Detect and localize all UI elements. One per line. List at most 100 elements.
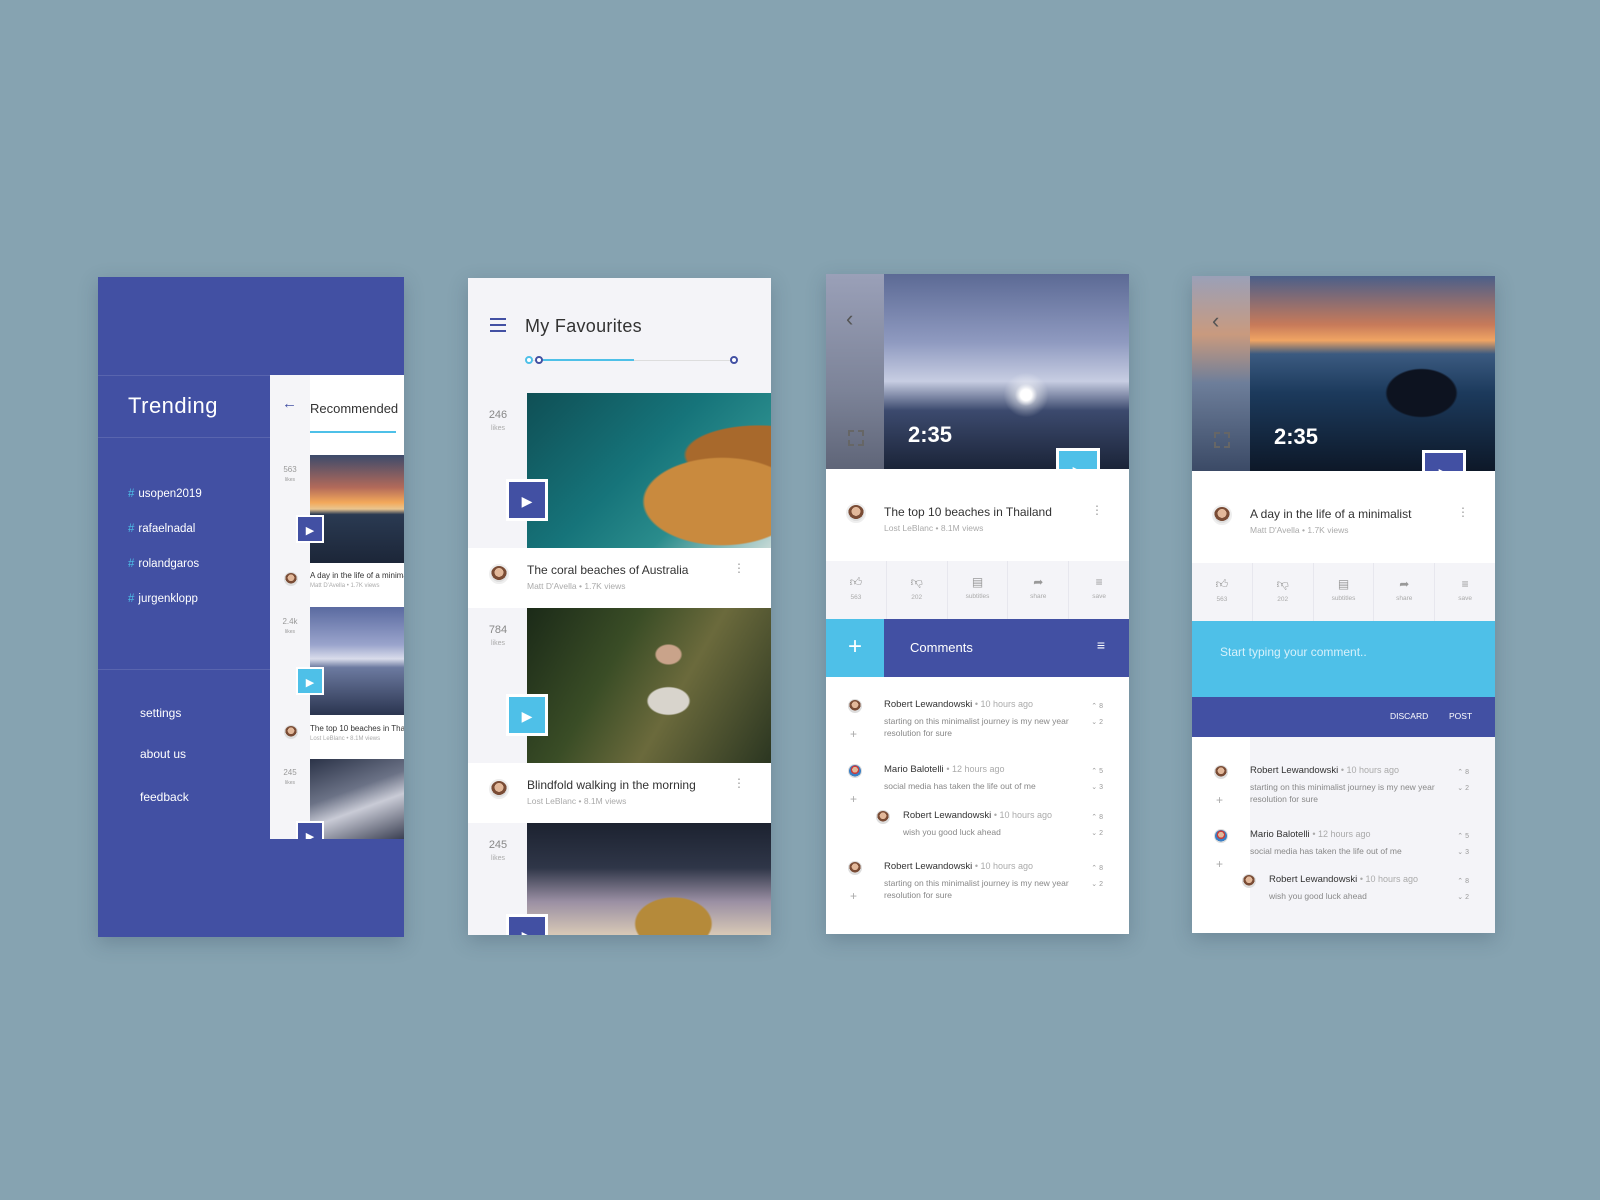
filter-icon[interactable]: ≡ xyxy=(1097,637,1105,653)
expand-icon[interactable]: + xyxy=(850,792,857,806)
menu-feedback[interactable]: feedback xyxy=(140,790,189,804)
comment-votes[interactable]: ⌃ 5 ⌄ 3 xyxy=(1077,764,1103,796)
avatar xyxy=(284,725,298,739)
save-button[interactable]: ≡ save xyxy=(1435,563,1495,621)
expand-icon[interactable]: + xyxy=(850,889,857,903)
comment-votes[interactable]: ⌃ 8 ⌄ 2 xyxy=(1077,810,1103,842)
play-icon[interactable]: ▶ xyxy=(506,479,548,521)
more-options-icon[interactable]: ⋮ xyxy=(733,561,745,575)
likes-count: 784 likes xyxy=(488,624,508,647)
comment-body: wish you good luck ahead xyxy=(1269,891,1367,901)
comment-body: starting on this minimalist journey is m… xyxy=(1250,782,1435,804)
compose-actions: DISCARD POST xyxy=(1192,697,1495,737)
video-thumbnail-sunset[interactable] xyxy=(310,455,404,563)
video-meta: Lost LeBlanc • 8.1M views xyxy=(310,736,381,742)
comment-author: Robert Lewandowski • 10 hours ago xyxy=(1250,765,1400,776)
hamburger-menu-icon[interactable] xyxy=(490,318,506,332)
comment-votes[interactable]: ⌃ 8 ⌄ 2 xyxy=(1077,699,1103,731)
page-title: My Favourites xyxy=(525,316,642,336)
dislike-button[interactable]: 👎︎ 202 xyxy=(1253,563,1314,621)
comment-author: Robert Lewandowski • 10 hours ago xyxy=(1269,874,1419,885)
progress-dot[interactable] xyxy=(535,356,543,364)
menu-about-us[interactable]: about us xyxy=(140,747,186,761)
comment-body: social media has taken the life out of m… xyxy=(884,781,1036,791)
likes-count: 246 likes xyxy=(488,409,508,432)
like-button[interactable]: 👍︎ 563 xyxy=(1192,563,1253,621)
video-thumbnail-snow-path[interactable] xyxy=(527,823,771,935)
subtitles-button[interactable]: ▤ subtitles xyxy=(1314,563,1375,621)
play-icon[interactable]: ▶ xyxy=(296,515,324,543)
back-arrow-icon[interactable]: ← xyxy=(282,395,297,412)
fullscreen-icon[interactable] xyxy=(848,430,864,446)
video-thumbnail-beach[interactable] xyxy=(310,607,404,715)
post-button[interactable]: POST xyxy=(1449,711,1472,721)
tag-label: usopen2019 xyxy=(138,488,202,500)
video-meta-row: The coral beaches of Australia Matt D'Av… xyxy=(468,548,771,608)
likes-count: 2.4k likes xyxy=(282,617,298,635)
divider xyxy=(98,375,270,376)
add-comment-button[interactable]: + xyxy=(826,619,884,677)
share-button[interactable]: ➦ share xyxy=(1008,561,1070,619)
video-info: A day in the life of a minimalist Matt D… xyxy=(1192,471,1495,563)
comment-votes[interactable]: ⌃ 8 ⌄ 2 xyxy=(1443,874,1469,906)
subtitles-button[interactable]: ▤ subtitles xyxy=(948,561,1009,619)
save-button[interactable]: ≡ save xyxy=(1069,561,1129,619)
divider xyxy=(98,669,270,670)
comment-votes[interactable]: ⌃ 5 ⌄ 3 xyxy=(1443,829,1469,861)
expand-icon[interactable]: + xyxy=(850,727,857,741)
menu-settings[interactable]: settings xyxy=(140,706,181,720)
more-options-icon[interactable]: ⋮ xyxy=(1091,503,1103,517)
video-title[interactable]: The top 10 beaches in Thailand xyxy=(310,724,404,733)
trending-screen: Trending # usopen2019 # rafaelnadal # rolan… xyxy=(98,277,404,937)
like-button[interactable]: 👍︎ 563 xyxy=(826,561,887,619)
video-title[interactable]: A day in the life of a minimalist xyxy=(310,571,404,580)
avatar xyxy=(1212,505,1232,525)
likes-count: 245 likes xyxy=(283,768,297,786)
tag-rolandgaros[interactable]: # rolandgaros xyxy=(128,558,199,570)
comment-body: social media has taken the life out of m… xyxy=(1250,846,1402,856)
avatar xyxy=(489,779,509,799)
comment-votes[interactable]: ⌃ 8 ⌄ 2 xyxy=(1443,765,1469,797)
video-meta: Matt D'Avella • 1.7K views xyxy=(1250,525,1349,535)
video-thumbnail-coral[interactable] xyxy=(527,393,771,548)
recommended-title: Recommended xyxy=(310,401,399,416)
play-icon[interactable]: ▶ xyxy=(296,667,324,695)
video-title: The top 10 beaches in Thailand xyxy=(884,505,1052,519)
progress-dot[interactable] xyxy=(525,356,533,364)
video-thumbnail-forest[interactable] xyxy=(527,608,771,763)
play-icon[interactable]: ▶ xyxy=(506,914,548,935)
avatar xyxy=(284,572,298,586)
tag-label: jurgenklopp xyxy=(138,593,198,605)
fullscreen-icon[interactable] xyxy=(1214,432,1230,448)
tag-rafaelnadal[interactable]: # rafaelnadal xyxy=(128,523,195,535)
comment-votes[interactable]: ⌃ 8 ⌄ 2 xyxy=(1077,861,1103,893)
discard-button[interactable]: DISCARD xyxy=(1390,711,1428,721)
comment-input[interactable]: Start typing your comment.. xyxy=(1192,621,1495,697)
comment-body: starting on this minimalist journey is m… xyxy=(884,716,1069,738)
playlist-add-icon: ≡ xyxy=(1461,577,1469,591)
tag-jurgenklopp[interactable]: # jurgenklopp xyxy=(128,593,198,605)
video-title[interactable]: Blindfold walking in the morning xyxy=(527,778,696,792)
avatar xyxy=(846,503,866,523)
avatar xyxy=(848,861,862,875)
video-thumbnail-train[interactable] xyxy=(310,759,404,839)
more-options-icon[interactable]: ⋮ xyxy=(1457,505,1469,519)
dislike-button[interactable]: 👎︎ 202 xyxy=(887,561,948,619)
play-icon[interactable]: ▶ xyxy=(506,694,548,736)
comment-author: Mario Balotelli • 12 hours ago xyxy=(1250,829,1371,840)
video-compose-screen: ‹ 2:35 ▶ A day in the life of a minimali… xyxy=(1192,276,1495,933)
comments-label: Comments xyxy=(910,640,973,655)
more-options-icon[interactable]: ⋮ xyxy=(733,776,745,790)
video-title[interactable]: The coral beaches of Australia xyxy=(527,563,688,577)
share-button[interactable]: ➦ share xyxy=(1374,563,1436,621)
video-info: The top 10 beaches in Thailand Lost LeBl… xyxy=(826,469,1129,561)
back-chevron-icon[interactable]: ‹ xyxy=(846,306,853,332)
expand-icon[interactable]: + xyxy=(1216,857,1223,871)
thumb-up-icon: 👍︎ xyxy=(1215,577,1229,591)
tag-usopen2019[interactable]: # usopen2019 xyxy=(128,488,202,500)
video-title: A day in the life of a minimalist xyxy=(1250,507,1412,521)
play-icon[interactable]: ▶ xyxy=(296,821,324,839)
progress-dot[interactable] xyxy=(730,356,738,364)
expand-icon[interactable]: + xyxy=(1216,793,1223,807)
back-chevron-icon[interactable]: ‹ xyxy=(1212,308,1219,334)
